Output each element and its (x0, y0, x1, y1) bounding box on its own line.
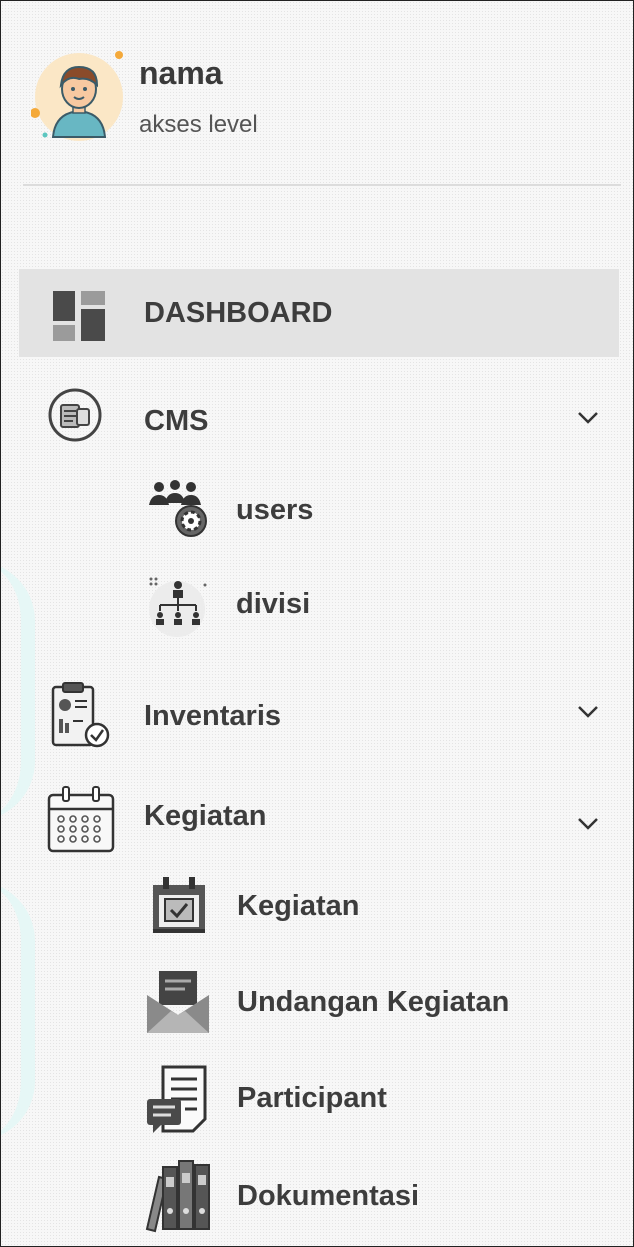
submenu-label-kegiatan: Kegiatan (237, 890, 360, 922)
envelope-letter-icon (147, 971, 209, 1033)
menu-label-inventaris: Inventaris (144, 700, 281, 732)
submenu-item-participant[interactable]: Participant (19, 1055, 619, 1143)
menu-item-cms[interactable]: CMS (19, 377, 619, 465)
profile-access-level: akses level (139, 111, 258, 138)
calendar-icon (47, 786, 115, 853)
sidebar: nama akses level DASHBOARD CMS users div… (0, 0, 634, 1247)
submenu-item-divisi[interactable]: divisi (19, 561, 619, 649)
binders-icon (145, 1160, 210, 1233)
chevron-down-icon[interactable] (577, 817, 599, 831)
submenu-label-users: users (236, 494, 314, 526)
dashboard-grid-icon (53, 291, 105, 341)
menu-item-kegiatan[interactable]: Kegiatan (19, 775, 619, 863)
menu-label-kegiatan: Kegiatan (144, 800, 267, 832)
submenu-item-kegiatan[interactable]: Kegiatan (19, 863, 619, 951)
submenu-label-participant: Participant (237, 1082, 387, 1114)
user-profile[interactable]: nama akses level (31, 49, 591, 149)
avatar (31, 51, 123, 141)
users-gear-icon (149, 480, 207, 537)
submenu-item-users[interactable]: users (19, 469, 619, 557)
profile-name: nama (139, 55, 223, 91)
document-list-icon (147, 1065, 207, 1133)
org-chart-icon (149, 577, 207, 637)
chevron-down-icon[interactable] (577, 411, 599, 425)
submenu-item-dokumentasi[interactable]: Dokumentasi (19, 1151, 619, 1239)
menu-item-dashboard[interactable]: DASHBOARD (19, 269, 619, 357)
menu-label-dashboard: DASHBOARD (144, 297, 333, 329)
submenu-label-dokumentasi: Dokumentasi (237, 1180, 420, 1212)
chevron-down-icon[interactable] (577, 705, 599, 719)
submenu-item-undangan-kegiatan[interactable]: Undangan Kegiatan (19, 957, 619, 1045)
clipboard-check-icon (51, 682, 110, 748)
cms-document-icon (48, 388, 102, 442)
submenu-label-divisi: divisi (236, 588, 311, 620)
calendar-check-icon (153, 877, 205, 933)
divider (23, 184, 621, 186)
submenu-label-undangan-kegiatan: Undangan Kegiatan (237, 986, 510, 1018)
menu-item-inventaris[interactable]: Inventaris (19, 673, 619, 761)
menu-label-cms: CMS (144, 405, 209, 437)
